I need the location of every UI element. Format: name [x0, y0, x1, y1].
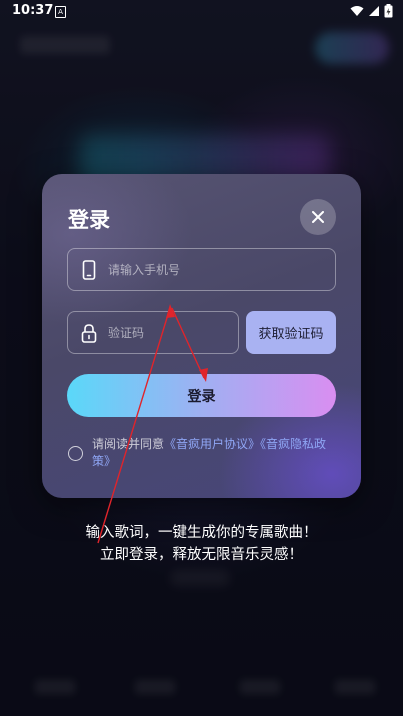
user-agreement-link[interactable]: 《音疯用户协议》	[164, 437, 260, 451]
status-bar: 10:37 A	[0, 0, 403, 24]
get-code-button[interactable]: 获取验证码	[246, 311, 336, 354]
phone-field[interactable]	[67, 248, 336, 291]
agreement-checkbox[interactable]	[68, 446, 83, 461]
wifi-icon	[350, 6, 364, 16]
tagline-line-2: 立即登录，释放无限音乐灵感！	[100, 547, 303, 563]
close-icon	[312, 211, 324, 223]
login-button[interactable]: 登录	[67, 374, 336, 417]
signal-icon	[369, 6, 379, 16]
status-icons	[350, 4, 393, 18]
tagline-line-1: 输入歌词，一键生成你的专属歌曲！	[85, 525, 318, 541]
login-dialog: 登录 获取验证码 登录 请阅读并同意《音疯用户协议》《音疯隐私政策》	[42, 174, 361, 498]
lock-icon	[81, 324, 97, 343]
close-button[interactable]	[300, 199, 336, 235]
phone-icon	[82, 260, 96, 280]
verification-code-input[interactable]	[108, 312, 228, 353]
battery-icon	[384, 4, 393, 18]
verification-code-field[interactable]	[67, 311, 239, 354]
agreement-prefix: 请阅读并同意	[92, 437, 165, 451]
status-time: 10:37	[12, 3, 54, 18]
agreement-text: 请阅读并同意《音疯用户协议》《音疯隐私政策》	[92, 436, 342, 470]
notification-indicator-icon: A	[55, 6, 66, 18]
dialog-title: 登录	[68, 208, 110, 232]
phone-input[interactable]	[108, 249, 325, 290]
